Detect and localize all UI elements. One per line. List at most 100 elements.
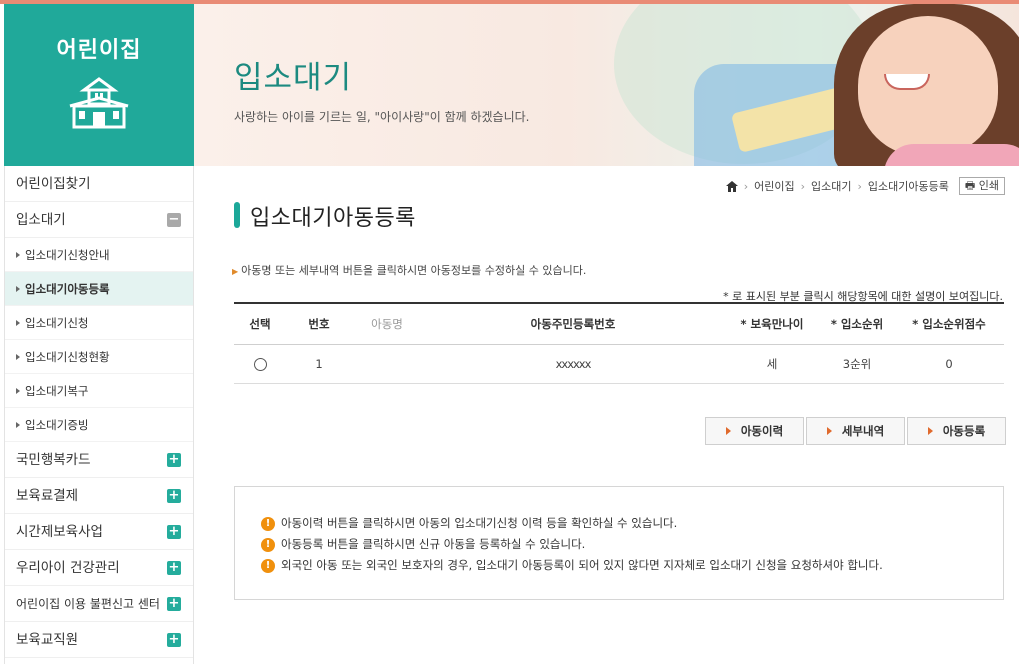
expand-icon[interactable]: + <box>167 489 181 503</box>
notice-text: ▶ 아동명 또는 세부내역 버튼을 클릭하시면 아동정보를 수정하실 수 있습니다… <box>232 262 586 278</box>
action-buttons: 아동이력 세부내역 아동등록 <box>705 417 1006 445</box>
detail-button[interactable]: 세부내역 <box>806 417 905 445</box>
bullet-icon: ▶ <box>232 267 239 276</box>
rrn-cell: xxxxxx <box>422 344 724 384</box>
sidebar-item-health[interactable]: 우리아이 건강관리 + <box>5 550 193 586</box>
sidebar-subitem-apply[interactable]: 입소대기신청 <box>5 306 193 340</box>
sidebar-item-label: 입소대기복구 <box>25 384 89 398</box>
sidebar-item-happiness-card[interactable]: 국민행복카드 + <box>5 442 193 478</box>
expand-icon[interactable]: + <box>167 525 181 539</box>
sidebar-item-label: 시간제보육사업 <box>16 524 103 540</box>
caret-right-icon <box>16 387 20 394</box>
sidebar-item-nursery-search[interactable]: 어린이집찾기 <box>5 166 193 202</box>
arrow-right-icon <box>927 427 933 435</box>
select-radio[interactable] <box>253 357 267 371</box>
banner-child-face <box>858 16 998 156</box>
exclamation-icon: ! <box>261 558 275 573</box>
sidebar-subitem-restore[interactable]: 입소대기복구 <box>5 374 193 408</box>
caret-right-icon <box>16 421 20 428</box>
print-button[interactable]: 🖶 인쇄 <box>958 177 1005 195</box>
printer-icon: 🖶 <box>964 179 976 192</box>
sidebar-item-label: 입소대기신청현황 <box>25 350 110 364</box>
brand-title: 어린이집 <box>56 38 142 63</box>
sidebar-item-waiting[interactable]: 입소대기 − <box>5 202 193 238</box>
info-item: ! 아동등록 버튼을 클릭하시면 신규 아동을 등록하실 수 있습니다. <box>261 534 1003 555</box>
arrow-right-icon <box>725 427 731 435</box>
sidebar-nav: 어린이집찾기 입소대기 − 입소대기신청안내 입소대기아동등록 입소대기신청 입… <box>4 166 194 664</box>
info-text: 아동등록 버튼을 클릭하시면 신규 아동을 등록하실 수 있습니다. <box>281 537 586 551</box>
column-header-select: 선택 <box>234 303 286 345</box>
column-header-age[interactable]: * 보육만나이 <box>724 303 820 345</box>
info-item: ! 외국인 아동 또는 외국인 보호자의 경우, 입소대기 아동등록이 되어 있지… <box>261 555 1003 576</box>
info-item: ! 아동이력 버튼을 클릭하시면 아동의 입소대기신청 이력 등을 확인하실 수 … <box>261 513 1003 534</box>
number-cell: 1 <box>286 344 352 384</box>
notice-label: 아동명 또는 세부내역 버튼을 클릭하시면 아동정보를 수정하실 수 있습니다. <box>241 264 587 277</box>
print-label: 인쇄 <box>978 179 999 192</box>
breadcrumb-item: 입소대기아동등록 <box>867 180 949 193</box>
sidebar-item-label: 어린이집찾기 <box>16 176 91 192</box>
child-history-button[interactable]: 아동이력 <box>705 417 804 445</box>
sidebar-subitem-child-register[interactable]: 입소대기아동등록 <box>5 272 193 306</box>
child-register-button[interactable]: 아동등록 <box>907 417 1006 445</box>
sidebar-item-label: 보육교직원 <box>16 632 79 648</box>
breadcrumb-separator: › <box>857 179 862 193</box>
expand-icon[interactable]: + <box>167 561 181 575</box>
age-cell: 세 <box>724 344 820 384</box>
sidebar-subitem-status[interactable]: 입소대기신청현황 <box>5 340 193 374</box>
info-box: ! 아동이력 버튼을 클릭하시면 아동의 입소대기신청 이력 등을 확인하실 수 … <box>234 486 1004 600</box>
caret-right-icon <box>16 319 20 326</box>
expand-icon[interactable]: + <box>167 453 181 467</box>
banner-subtitle: 사랑하는 아이를 기르는 일, "아이사랑"이 함께 하겠습니다. <box>234 110 530 124</box>
caret-right-icon <box>16 251 20 258</box>
expand-icon[interactable]: + <box>167 633 181 647</box>
table-header-row: 선택 번호 아동명 아동주민등록번호 * 보육만나이 * 입소순위 * 입소순위… <box>234 303 1004 345</box>
column-header-rrn: 아동주민등록번호 <box>422 303 724 345</box>
child-list-table: 선택 번호 아동명 아동주민등록번호 * 보육만나이 * 입소순위 * 입소순위… <box>234 302 1004 384</box>
sidebar-item-label: 입소대기아동등록 <box>25 282 110 296</box>
sidebar-item-complaint-center[interactable]: 어린이집 이용 불편신고 센터 + <box>5 586 193 622</box>
caret-right-icon <box>16 353 20 360</box>
sidebar-item-fee-payment[interactable]: 보육료결제 + <box>5 478 193 514</box>
column-header-score[interactable]: * 입소순위점수 <box>894 303 1004 345</box>
sidebar-subitem-proof[interactable]: 입소대기증빙 <box>5 408 193 442</box>
breadcrumb-separator: › <box>743 179 749 193</box>
breadcrumb-separator: › <box>800 179 805 193</box>
sidebar-item-hourly-care[interactable]: 시간제보육사업 + <box>5 514 193 550</box>
info-text: 아동이력 버튼을 클릭하시면 아동의 입소대기신청 이력 등을 확인하실 수 있… <box>281 516 678 530</box>
nursery-building-icon <box>69 77 129 129</box>
caret-right-icon <box>16 285 20 292</box>
sidebar-item-label: 국민행복카드 <box>16 452 91 468</box>
select-cell <box>234 344 286 384</box>
breadcrumb-item[interactable]: 입소대기 <box>811 178 851 194</box>
sidebar-item-label: 우리아이 건강관리 <box>16 560 120 576</box>
button-label: 아동등록 <box>942 424 986 438</box>
column-header-number: 번호 <box>286 303 352 345</box>
breadcrumb: › 어린이집 › 입소대기 › 입소대기아동등록 🖶 인쇄 <box>725 176 1005 196</box>
sidebar-item-label: 입소대기증빙 <box>25 418 89 432</box>
button-label: 아동이력 <box>740 424 784 438</box>
column-header-rank[interactable]: * 입소순위 <box>820 303 894 345</box>
sidebar-subitem-guide[interactable]: 입소대기신청안내 <box>5 238 193 272</box>
sidebar-item-label: 입소대기신청 <box>25 316 89 330</box>
breadcrumb-item[interactable]: 어린이집 <box>754 178 794 194</box>
page-title: 입소대기아동등록 <box>234 200 416 232</box>
table-row: 1 xxxxxx 세 3순위 0 <box>234 344 1004 384</box>
button-label: 세부내역 <box>841 424 885 438</box>
column-header-child-name: 아동명 <box>352 303 422 345</box>
expand-icon[interactable]: + <box>167 597 181 611</box>
child-name-cell[interactable] <box>352 344 422 384</box>
sidebar-item-label: 보육료결제 <box>16 488 79 504</box>
sidebar-brand[interactable]: 어린이집 <box>4 4 194 166</box>
sidebar-item-staff[interactable]: 보육교직원 + <box>5 622 193 658</box>
exclamation-icon: ! <box>261 537 275 552</box>
home-icon[interactable] <box>725 180 738 192</box>
banner-title: 입소대기 <box>234 60 353 96</box>
exclamation-icon: ! <box>261 516 275 531</box>
collapse-icon[interactable]: − <box>167 213 181 227</box>
info-text: 외국인 아동 또는 외국인 보호자의 경우, 입소대기 아동등록이 되어 있지 … <box>281 558 883 572</box>
sidebar-item-label: 입소대기 <box>16 212 66 228</box>
header-banner: 입소대기 사랑하는 아이를 기르는 일, "아이사랑"이 함께 하겠습니다. <box>194 4 1019 166</box>
banner-child-shirt <box>884 144 1019 166</box>
rank-cell: 3순위 <box>820 344 894 384</box>
sidebar-item-label: 입소대기신청안내 <box>25 248 110 262</box>
